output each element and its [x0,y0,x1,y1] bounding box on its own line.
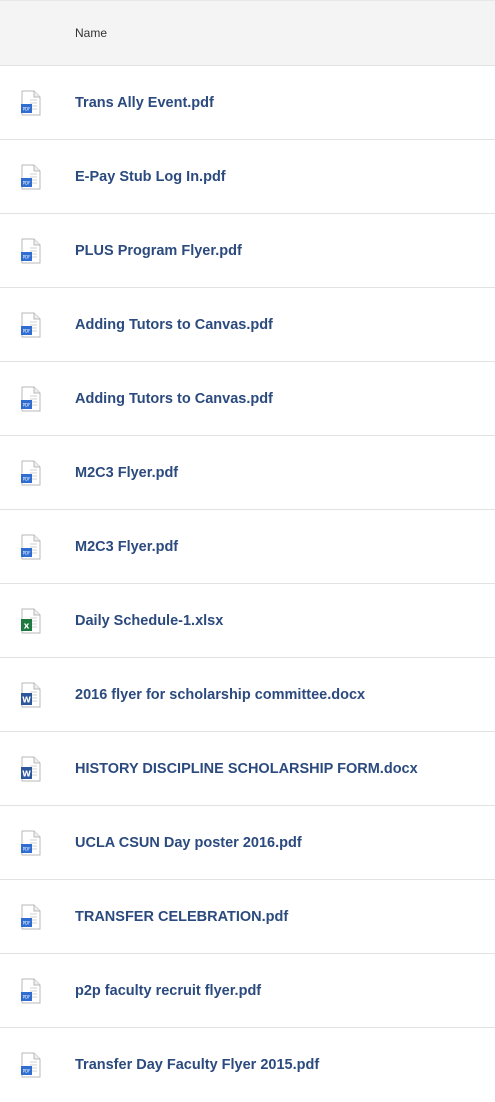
svg-text:W: W [22,695,31,704]
file-row[interactable]: PDF Trans Ally Event.pdf [0,66,495,140]
file-name-link[interactable]: UCLA CSUN Day poster 2016.pdf [75,835,302,851]
pdf-file-icon: PDF [21,164,41,190]
svg-text:PDF: PDF [23,106,31,111]
column-header-row: Name [0,0,495,66]
file-name-link[interactable]: 2016 flyer for scholarship committee.doc… [75,687,365,703]
word-file-icon: W [21,682,41,708]
pdf-file-icon: PDF [21,978,41,1004]
svg-text:W: W [22,769,31,778]
file-name-link[interactable]: HISTORY DISCIPLINE SCHOLARSHIP FORM.docx [75,761,418,777]
file-name-link[interactable]: Trans Ally Event.pdf [75,95,214,111]
svg-text:x: x [24,621,30,631]
file-name-link[interactable]: Transfer Day Faculty Flyer 2015.pdf [75,1057,319,1073]
file-row[interactable]: PDF Adding Tutors to Canvas.pdf [0,362,495,436]
svg-text:PDF: PDF [23,402,31,407]
file-name-link[interactable]: M2C3 Flyer.pdf [75,539,178,555]
svg-text:PDF: PDF [23,920,31,925]
file-row[interactable]: x Daily Schedule-1.xlsx [0,584,495,658]
pdf-file-icon: PDF [21,90,41,116]
file-row[interactable]: PDF Transfer Day Faculty Flyer 2015.pdf [0,1028,495,1102]
svg-text:PDF: PDF [23,254,31,259]
file-list: Name PDF Trans Ally Event.pdf PDF E-Pay St… [0,0,495,1102]
pdf-file-icon: PDF [21,904,41,930]
file-name-link[interactable]: PLUS Program Flyer.pdf [75,243,242,259]
excel-file-icon: x [21,608,41,634]
svg-text:PDF: PDF [23,550,31,555]
pdf-file-icon: PDF [21,460,41,486]
pdf-file-icon: PDF [21,238,41,264]
file-row[interactable]: PDF UCLA CSUN Day poster 2016.pdf [0,806,495,880]
pdf-file-icon: PDF [21,386,41,412]
svg-text:PDF: PDF [23,476,31,481]
pdf-file-icon: PDF [21,534,41,560]
file-rows: PDF Trans Ally Event.pdf PDF E-Pay Stub Lo… [0,66,495,1102]
file-name-link[interactable]: Daily Schedule-1.xlsx [75,613,223,629]
file-row[interactable]: PDF M2C3 Flyer.pdf [0,510,495,584]
file-name-link[interactable]: E-Pay Stub Log In.pdf [75,169,226,185]
svg-text:PDF: PDF [23,328,31,333]
file-row[interactable]: PDF TRANSFER CELEBRATION.pdf [0,880,495,954]
file-name-link[interactable]: Adding Tutors to Canvas.pdf [75,317,273,333]
file-name-link[interactable]: M2C3 Flyer.pdf [75,465,178,481]
file-row[interactable]: W HISTORY DISCIPLINE SCHOLARSHIP FORM.doc… [0,732,495,806]
svg-text:PDF: PDF [23,1069,31,1074]
pdf-file-icon: PDF [21,312,41,338]
file-row[interactable]: PDF PLUS Program Flyer.pdf [0,214,495,288]
file-row[interactable]: PDF p2p faculty recruit flyer.pdf [0,954,495,1028]
file-row[interactable]: PDF E-Pay Stub Log In.pdf [0,140,495,214]
svg-text:PDF: PDF [23,846,31,851]
pdf-file-icon: PDF [21,1052,41,1078]
svg-text:PDF: PDF [23,994,31,999]
pdf-file-icon: PDF [21,830,41,856]
file-name-link[interactable]: Adding Tutors to Canvas.pdf [75,391,273,407]
file-name-link[interactable]: TRANSFER CELEBRATION.pdf [75,909,288,925]
word-file-icon: W [21,756,41,782]
file-name-link[interactable]: p2p faculty recruit flyer.pdf [75,983,261,999]
column-header-name[interactable]: Name [75,26,107,40]
file-row[interactable]: PDF M2C3 Flyer.pdf [0,436,495,510]
file-row[interactable]: PDF Adding Tutors to Canvas.pdf [0,288,495,362]
svg-text:PDF: PDF [23,180,31,185]
file-row[interactable]: W 2016 flyer for scholarship committee.do… [0,658,495,732]
